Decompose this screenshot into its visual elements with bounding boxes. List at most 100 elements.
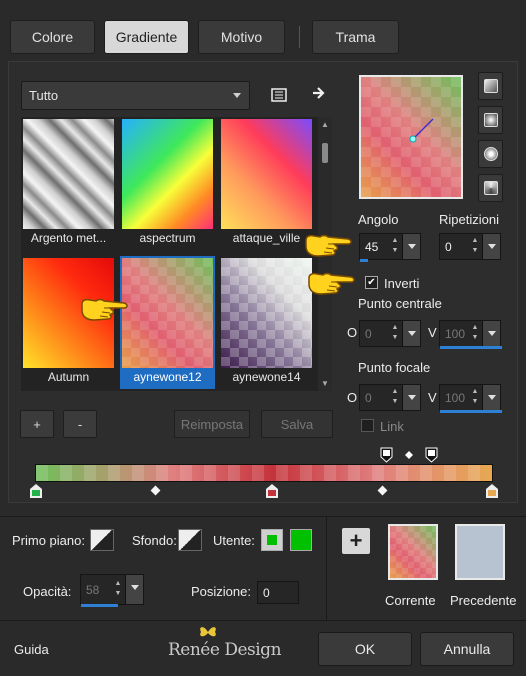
reset-button[interactable]: Reimposta xyxy=(174,410,250,438)
gradient-thumbnail xyxy=(122,119,213,229)
gradient-thumbnail xyxy=(23,119,114,229)
chevron-down-icon[interactable] xyxy=(402,321,420,346)
focal-v-value: 100 xyxy=(445,391,466,405)
focal-o-value: 0 xyxy=(365,391,372,405)
current-label: Corrente xyxy=(385,593,436,608)
position-field[interactable]: 0 xyxy=(257,581,299,604)
spin-arrows-icon[interactable]: ▲ ▼ xyxy=(112,579,124,601)
cancel-button[interactable]: Annulla xyxy=(420,632,514,666)
chevron-down-icon[interactable] xyxy=(482,385,500,410)
tab-motivo[interactable]: Motivo xyxy=(198,20,285,54)
gallery-item-selected[interactable]: aynewone12 xyxy=(120,256,215,389)
gallery-caption: aspectrum xyxy=(139,231,196,245)
user-color-picker[interactable] xyxy=(261,529,283,551)
gradient-thumbnail xyxy=(221,258,312,368)
gradient-editor-bar[interactable] xyxy=(35,464,493,482)
add-gradient-button[interactable]: + xyxy=(20,410,54,438)
user-color-box[interactable] xyxy=(290,529,312,551)
spin-arrows-icon[interactable]: ▲ ▼ xyxy=(469,236,481,258)
radial-gradient-icon xyxy=(484,181,498,195)
angle-spinner[interactable]: 45 ▲ ▼ xyxy=(359,233,421,262)
remove-gradient-button[interactable]: - xyxy=(63,410,97,438)
foreground-swatch[interactable] xyxy=(90,529,114,551)
ok-button[interactable]: OK xyxy=(318,632,412,666)
linear-gradient-icon xyxy=(484,79,498,93)
previous-label: Precedente xyxy=(450,593,517,608)
chevron-down-icon[interactable] xyxy=(402,234,420,259)
focal-v-spinner[interactable]: 100 ▲ ▼ xyxy=(439,384,502,413)
spin-arrows-icon[interactable]: ▲ ▼ xyxy=(389,323,401,345)
opacity-spinner[interactable]: 58 ▲ ▼ xyxy=(80,574,144,607)
arrow-right-icon[interactable] xyxy=(308,82,330,104)
invert-checkbox[interactable]: ✔ xyxy=(365,276,378,289)
chevron-down-icon[interactable] xyxy=(402,385,420,410)
foreground-label: Primo piano: xyxy=(12,533,85,548)
repeats-value: 0 xyxy=(445,240,452,254)
save-button[interactable]: Salva xyxy=(261,410,333,438)
tab-label: Colore xyxy=(31,29,74,45)
gallery-item[interactable]: aspectrum xyxy=(120,117,215,250)
focal-o-label: O xyxy=(347,390,358,405)
background-swatch[interactable] xyxy=(178,529,202,551)
section-divider xyxy=(0,516,526,517)
gradient-gallery: Argento met... aspectrum attaque_ville A… xyxy=(21,117,318,391)
opacity-slider-bar[interactable] xyxy=(81,604,119,607)
section-divider xyxy=(326,516,327,620)
tab-trama[interactable]: Trama xyxy=(312,20,399,54)
gallery-item[interactable]: attaque_ville xyxy=(219,117,314,250)
chevron-down-icon[interactable] xyxy=(125,575,143,604)
angle-handle-icon[interactable] xyxy=(361,77,461,197)
previous-gradient-swatch[interactable] xyxy=(455,524,505,580)
current-gradient-swatch[interactable] xyxy=(388,524,438,580)
rectangular-style-button[interactable] xyxy=(478,106,503,134)
spin-arrows-icon[interactable]: ▲ ▼ xyxy=(389,387,401,409)
pointing-hand-icon xyxy=(81,298,128,321)
help-link[interactable]: Guida xyxy=(14,642,49,657)
angle-slider-bar[interactable] xyxy=(360,259,369,262)
spin-arrows-icon[interactable]: ▲ ▼ xyxy=(469,387,481,409)
position-label: Posizione: xyxy=(191,584,251,599)
tab-colore[interactable]: Colore xyxy=(10,20,95,54)
chevron-down-icon[interactable] xyxy=(482,234,500,259)
spin-arrows-icon[interactable]: ▲ ▼ xyxy=(389,236,401,258)
gallery-caption: aynewone14 xyxy=(232,370,301,384)
sunburst-style-button[interactable] xyxy=(478,140,503,168)
center-o-value: 0 xyxy=(365,327,372,341)
linear-style-button[interactable] xyxy=(478,72,503,100)
radial-style-button[interactable] xyxy=(478,174,503,202)
background-label: Sfondo: xyxy=(132,533,177,548)
invert-label: Inverti xyxy=(384,276,420,291)
add-stop-button[interactable]: + xyxy=(342,528,370,554)
scrollbar-thumb[interactable] xyxy=(322,143,328,163)
focal-o-spinner[interactable]: 0 ▲ ▼ xyxy=(359,384,421,411)
category-dropdown[interactable]: Tutto xyxy=(21,81,250,110)
chevron-down-icon[interactable] xyxy=(482,321,500,346)
user-label: Utente: xyxy=(213,533,255,548)
resource-manager-icon[interactable] xyxy=(268,84,290,106)
watermark-logo: Renée Design xyxy=(168,640,282,660)
button-label: Salva xyxy=(280,416,314,432)
midpoint-markers[interactable] xyxy=(380,447,440,463)
gallery-item[interactable]: Argento met... xyxy=(21,117,116,250)
tab-gradiente[interactable]: Gradiente xyxy=(104,20,189,54)
center-v-spinner[interactable]: 100 ▲ ▼ xyxy=(439,320,502,349)
color-stop-green[interactable] xyxy=(30,484,42,498)
gallery-caption: attaque_ville xyxy=(232,231,301,245)
focal-v-slider-bar[interactable] xyxy=(440,410,502,413)
chevron-up-icon[interactable]: ▲ xyxy=(321,120,329,129)
chevron-down-icon[interactable]: ▼ xyxy=(321,379,329,388)
button-label: Reimposta xyxy=(180,416,244,432)
repeats-spinner[interactable]: 0 ▲ ▼ xyxy=(439,233,501,260)
center-v-slider-bar[interactable] xyxy=(440,346,502,349)
link-checkbox[interactable] xyxy=(361,419,374,432)
focal-point-label: Punto focale xyxy=(358,360,431,375)
center-v-label: V xyxy=(428,325,437,340)
center-o-spinner[interactable]: 0 ▲ ▼ xyxy=(359,320,421,347)
color-stop-orange[interactable] xyxy=(486,484,498,498)
gallery-item[interactable]: aynewone14 xyxy=(219,256,314,389)
spin-arrows-icon[interactable]: ▲ ▼ xyxy=(469,323,481,345)
gradient-preview[interactable] xyxy=(359,75,463,199)
color-stop-red[interactable] xyxy=(266,484,278,498)
gallery-item[interactable]: Autumn xyxy=(21,256,116,389)
button-label: - xyxy=(77,416,83,432)
